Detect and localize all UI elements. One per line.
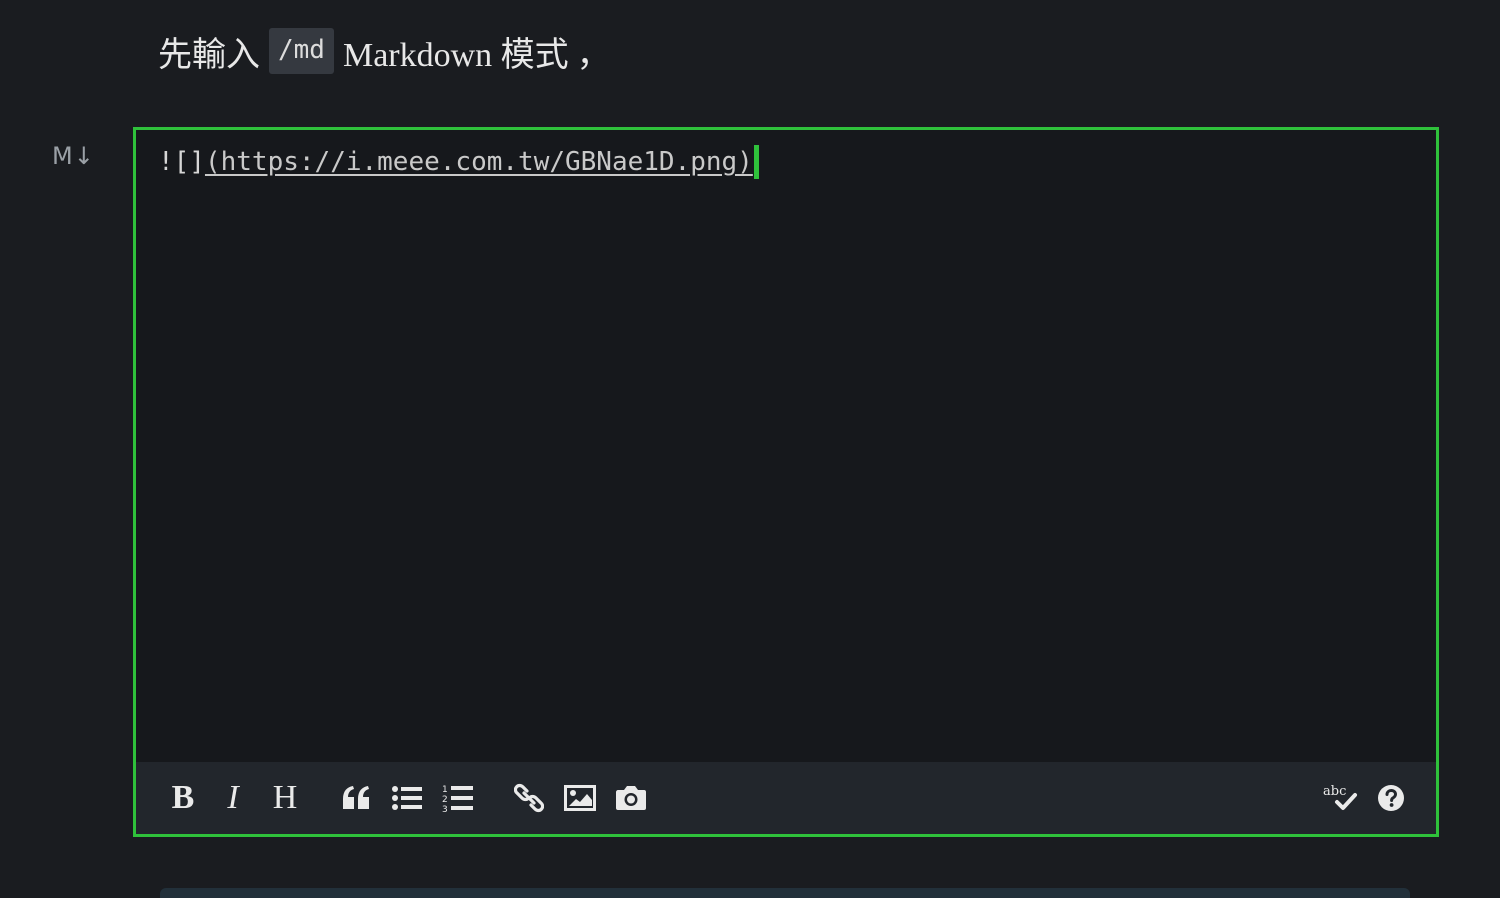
bold-button[interactable]: B (163, 778, 203, 818)
image-button[interactable] (560, 778, 600, 818)
help-button[interactable] (1371, 778, 1411, 818)
svg-text:2: 2 (442, 795, 448, 805)
italic-button[interactable]: I (213, 778, 253, 818)
svg-text:1: 1 (442, 785, 448, 795)
spellcheck-icon: abc (1323, 784, 1357, 810)
instruction-prefix: 先輸入 (158, 36, 260, 74)
spellcheck-button[interactable]: abc (1322, 778, 1362, 818)
image-icon (564, 785, 596, 811)
image-syntax: ![] (158, 147, 205, 177)
markdown-mode-badge[interactable]: M↓ (52, 142, 95, 170)
md-command-code: /md (269, 28, 334, 74)
editor-content[interactable]: ![] (https://i.meee.com.tw/GBNae1D.png) (158, 144, 759, 180)
instruction-comma: ， (576, 36, 611, 74)
camera-icon (616, 786, 646, 810)
bold-icon: B (171, 779, 195, 816)
unordered-list-button[interactable] (387, 778, 427, 818)
italic-icon: I (227, 779, 239, 816)
instruction-suffix: Markdown 模式 (342, 36, 569, 74)
instruction-text: 先輸入 /md Markdown 模式 ， (158, 24, 611, 78)
link-icon (514, 783, 544, 813)
editor-toolbar: B I H 1 2 3 abc (136, 762, 1436, 834)
heading-icon: H (272, 779, 298, 816)
camera-button[interactable] (611, 778, 651, 818)
ordered-list-button[interactable]: 1 2 3 (438, 778, 478, 818)
markdown-editor[interactable]: ![] (https://i.meee.com.tw/GBNae1D.png) B… (133, 127, 1439, 837)
quote-icon (343, 786, 369, 809)
help-icon (1378, 785, 1404, 811)
unordered-list-icon (392, 786, 422, 810)
link-button[interactable] (509, 778, 549, 818)
spellcheck-label: abc (1323, 784, 1346, 799)
image-url: (https://i.meee.com.tw/GBNae1D.png) (204, 147, 753, 177)
page: 先輸入 /md Markdown 模式 ， M↓ ![] (https://i.m… (0, 0, 1500, 898)
next-block-edge (160, 888, 1410, 898)
svg-text:3: 3 (442, 805, 448, 813)
heading-button[interactable]: H (265, 778, 305, 818)
quote-button[interactable] (336, 778, 376, 818)
ordered-list-icon: 1 2 3 (442, 785, 473, 813)
text-cursor (753, 145, 759, 179)
